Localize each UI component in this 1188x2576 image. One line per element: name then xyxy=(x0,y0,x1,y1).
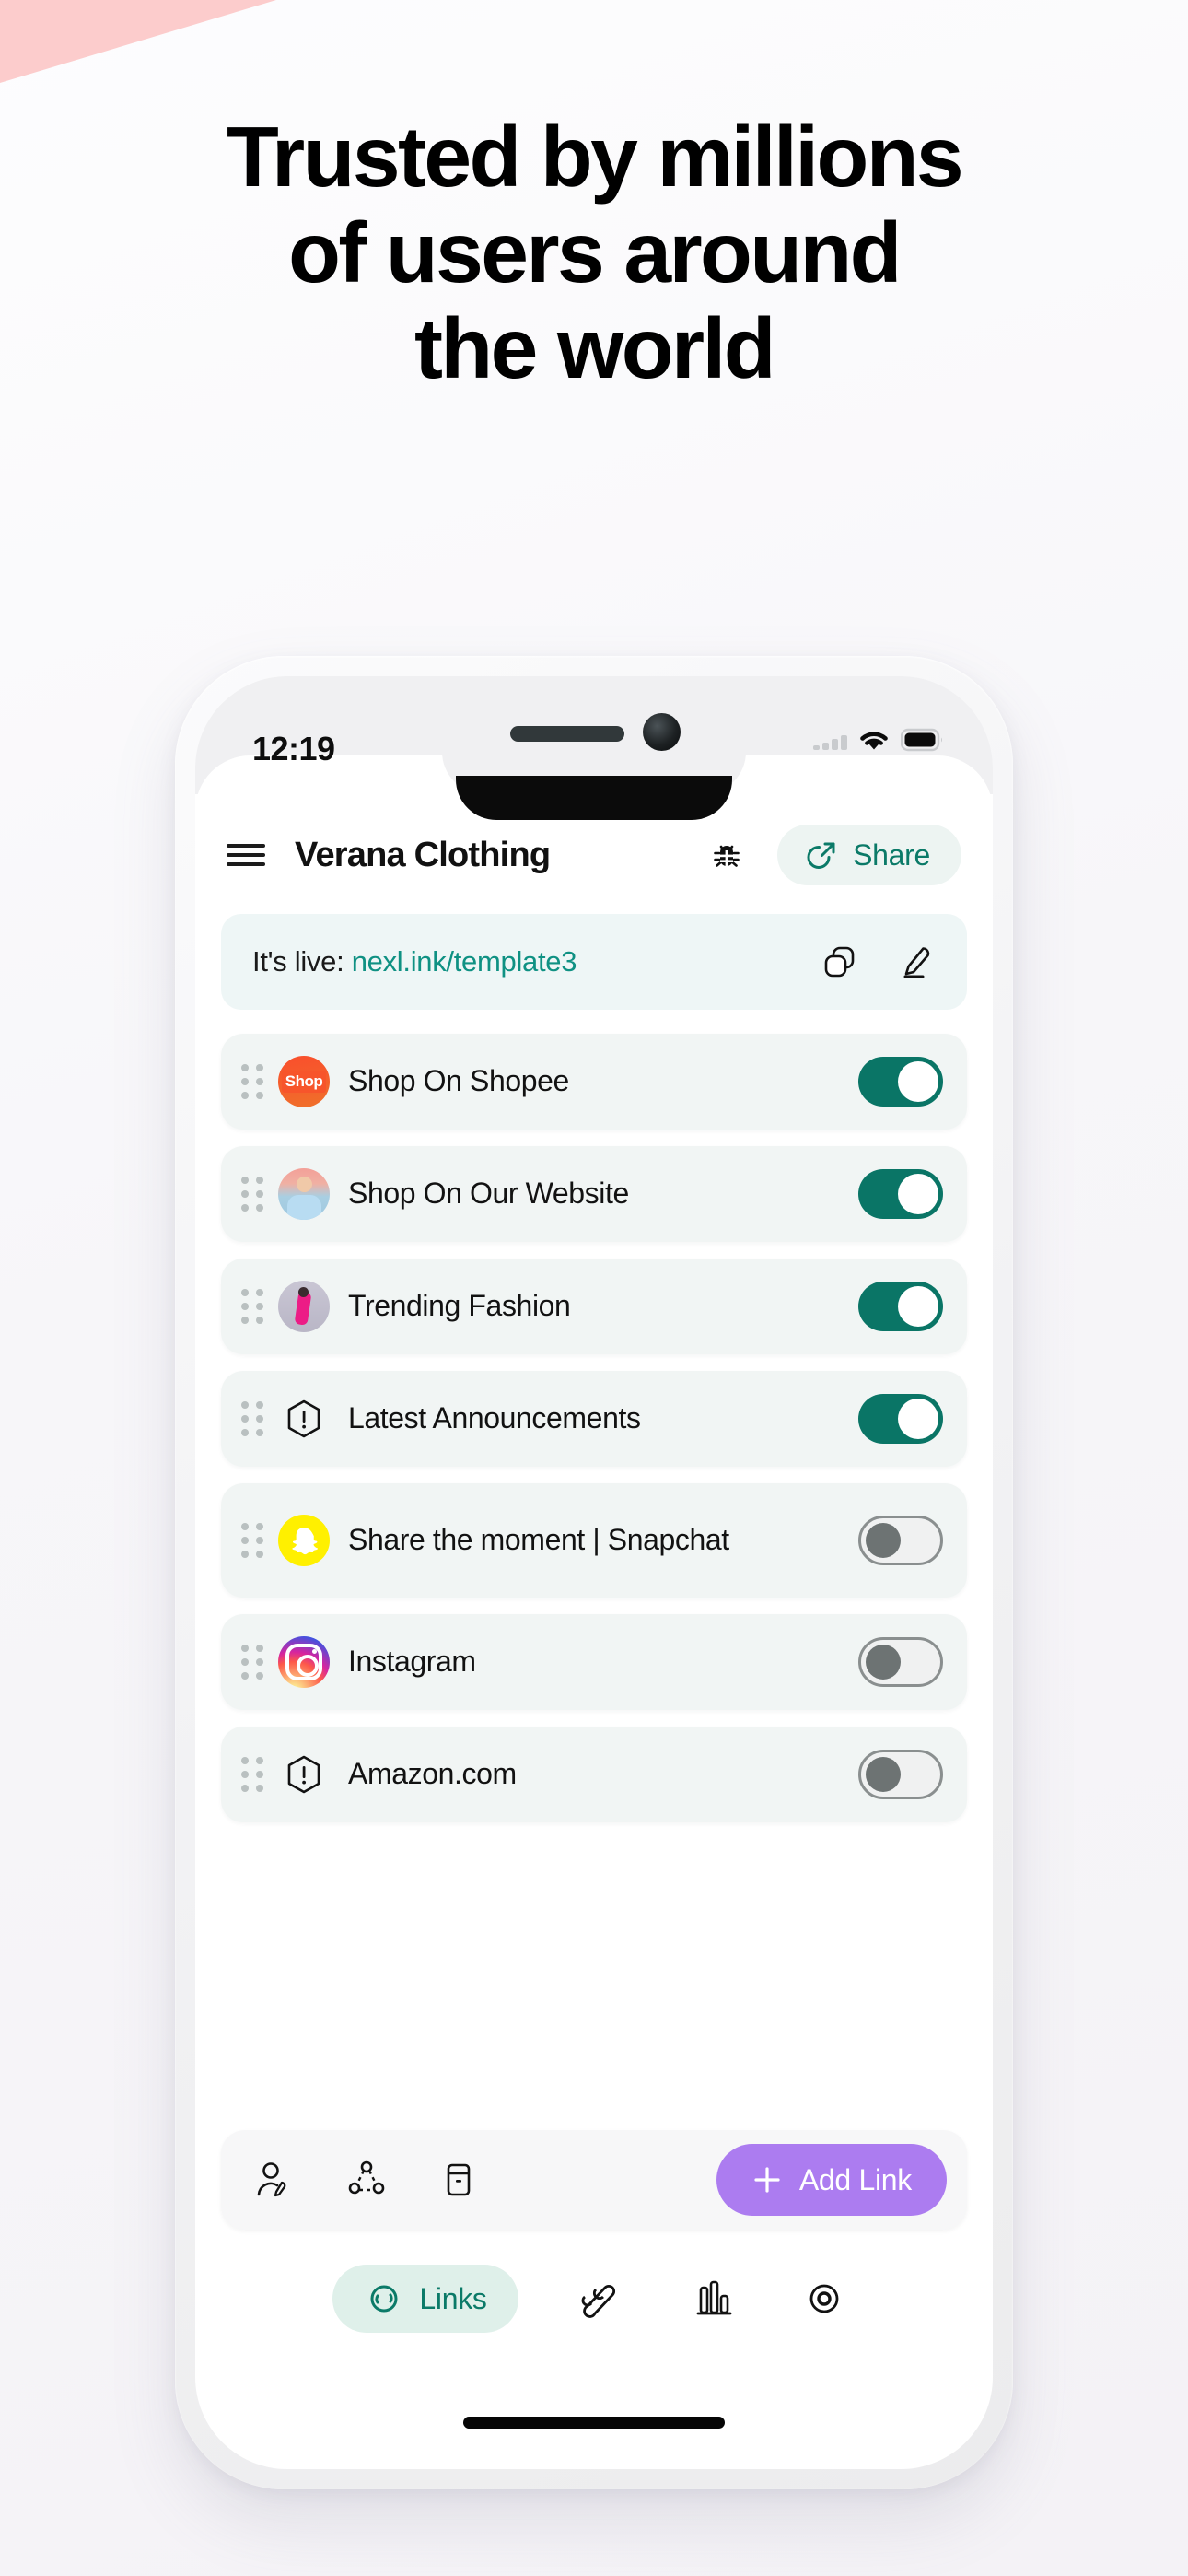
link-label: Share the moment | Snapchat xyxy=(348,1523,729,1557)
wifi-icon xyxy=(858,728,890,752)
link-label: Shop On Shopee xyxy=(348,1064,569,1098)
phone-mockup: 12:19 Verana Clothing Share It's live: n… xyxy=(175,656,1013,2489)
link-toggle[interactable] xyxy=(858,1637,943,1687)
headline-line-2: of users around xyxy=(288,205,902,301)
speaker-slot-icon xyxy=(510,726,624,742)
eye-target-icon xyxy=(802,2277,846,2321)
home-indicator xyxy=(463,2417,725,2429)
tab-links-label: Links xyxy=(419,2281,487,2315)
share-button[interactable]: Share xyxy=(777,825,961,885)
front-camera-icon xyxy=(643,713,681,751)
link-toggle[interactable] xyxy=(858,1169,943,1219)
action-bar-icons xyxy=(252,2158,716,2202)
link-label: Shop On Our Website xyxy=(348,1177,629,1211)
bar-chart-icon xyxy=(690,2277,734,2321)
live-url-banner: It's live: nexl.ink/template3 xyxy=(221,914,967,1010)
pencil-edit-icon[interactable] xyxy=(895,942,936,982)
share-button-label: Share xyxy=(853,837,930,872)
page-headline: Trusted by millions of users around the … xyxy=(0,109,1188,396)
live-url-link[interactable]: nexl.ink/template3 xyxy=(352,945,577,978)
phone-screen: 12:19 Verana Clothing Share It's live: n… xyxy=(195,676,993,2469)
link-label: Latest Announcements xyxy=(348,1401,641,1435)
action-bar: Add Link xyxy=(221,2130,967,2230)
link-row[interactable]: Instagram xyxy=(221,1614,967,1710)
add-link-label: Add Link xyxy=(798,2162,912,2196)
person-photo-icon xyxy=(278,1168,330,1220)
drag-handle-icon[interactable] xyxy=(241,1064,265,1099)
link-row[interactable]: Trending Fashion xyxy=(221,1259,967,1354)
copy-icon[interactable] xyxy=(820,942,860,982)
instagram-logo-icon xyxy=(278,1636,330,1688)
bug-icon[interactable] xyxy=(705,834,748,876)
drag-handle-icon[interactable] xyxy=(241,1401,265,1436)
link-label: Instagram xyxy=(348,1645,476,1679)
headline-line-3: the world xyxy=(414,300,776,397)
tab-preview[interactable] xyxy=(793,2267,856,2330)
link-toggle[interactable] xyxy=(858,1394,943,1444)
edit-profile-icon[interactable] xyxy=(252,2158,297,2202)
archive-box-icon[interactable] xyxy=(437,2158,481,2202)
drag-handle-icon[interactable] xyxy=(241,1289,265,1324)
link-row[interactable]: Latest Announcements xyxy=(221,1371,967,1467)
pink-corner-accent xyxy=(0,0,276,83)
plus-icon xyxy=(751,2164,783,2195)
link-row[interactable]: Shop On Our Website xyxy=(221,1146,967,1242)
notch-tongue xyxy=(456,776,732,820)
link-toggle[interactable] xyxy=(858,1516,943,1565)
add-link-button[interactable]: Add Link xyxy=(716,2144,947,2216)
battery-full-icon xyxy=(901,728,945,752)
design-brush-icon xyxy=(576,2275,623,2323)
page-title: Verana Clothing xyxy=(295,835,551,874)
share-arrow-icon xyxy=(803,837,840,873)
headline-line-1: Trusted by millions xyxy=(226,109,964,205)
link-row[interactable]: Share the moment | Snapchat xyxy=(221,1483,967,1598)
drag-handle-icon[interactable] xyxy=(241,1177,265,1212)
tab-analytics[interactable] xyxy=(681,2267,743,2330)
status-time: 12:19 xyxy=(252,730,335,767)
link-label: Amazon.com xyxy=(348,1757,517,1791)
hamburger-menu-icon[interactable] xyxy=(227,841,265,869)
live-prefix: It's live: xyxy=(252,945,344,978)
fashion-photo-icon xyxy=(278,1281,330,1332)
shopee-logo-icon: Shop xyxy=(278,1056,330,1107)
status-indicators xyxy=(813,728,945,752)
link-label: Trending Fashion xyxy=(348,1289,571,1323)
app-header: Verana Clothing Share xyxy=(195,813,993,897)
tab-links[interactable]: Links xyxy=(332,2265,518,2333)
live-url-text: It's live: nexl.ink/template3 xyxy=(252,945,820,978)
snapchat-ghost-icon xyxy=(278,1515,330,1566)
alert-hexagon-icon xyxy=(278,1393,330,1445)
links-chain-icon xyxy=(364,2278,404,2319)
live-banner-actions xyxy=(820,942,936,982)
status-bar: 12:19 xyxy=(195,676,993,820)
signal-bars-icon xyxy=(813,730,847,750)
link-toggle[interactable] xyxy=(858,1282,943,1331)
link-list: Shop Shop On Shopee Shop On Our Website … xyxy=(221,1034,967,1839)
drag-handle-icon[interactable] xyxy=(241,1645,265,1680)
link-toggle[interactable] xyxy=(858,1750,943,1799)
link-toggle[interactable] xyxy=(858,1057,943,1107)
tab-design[interactable] xyxy=(568,2267,631,2330)
alert-hexagon-icon xyxy=(278,1749,330,1800)
tab-bar: Links xyxy=(195,2248,993,2349)
share-network-icon[interactable] xyxy=(344,2158,389,2202)
link-row[interactable]: Amazon.com xyxy=(221,1727,967,1822)
link-row[interactable]: Shop Shop On Shopee xyxy=(221,1034,967,1130)
drag-handle-icon[interactable] xyxy=(241,1757,265,1792)
drag-handle-icon[interactable] xyxy=(241,1523,265,1558)
